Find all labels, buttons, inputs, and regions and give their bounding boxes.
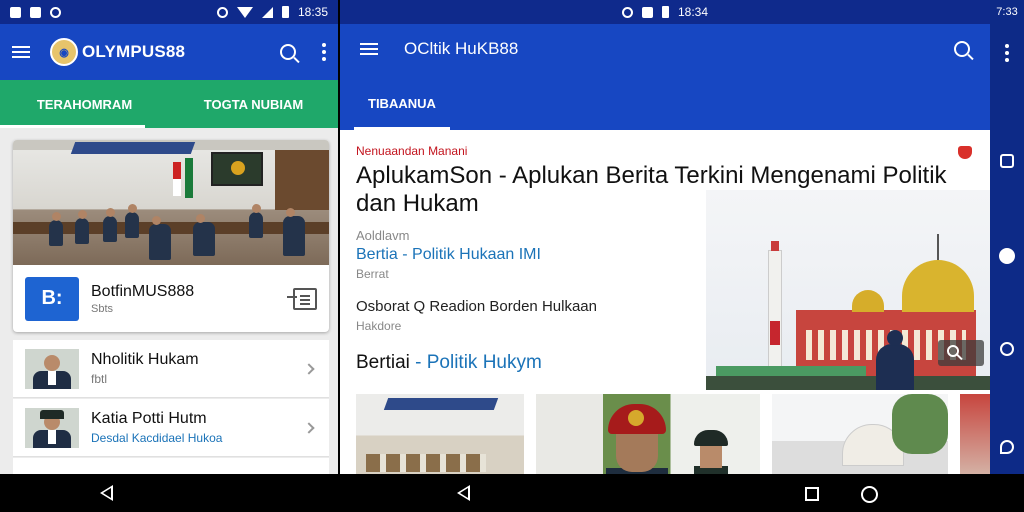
list-item-thumbnail (25, 348, 79, 389)
card-title: BotfinMUS888 (91, 282, 195, 300)
list-item[interactable] (13, 458, 329, 474)
wifi-icon (236, 6, 253, 18)
left-app-panel: 18:35 ◉ OLYMPUS88 TERAHOMRAM TOGTA NUBIA… (0, 0, 338, 474)
thumbnail-strip (356, 394, 990, 474)
related-title: Osborat Q Readion Borden Hulkaan (356, 298, 597, 315)
recents-icon[interactable] (805, 487, 819, 501)
article-header-title: OCltik HuKB88 (404, 39, 519, 58)
tab-label: TERAHOMRAM (36, 96, 133, 112)
bluetooth-icon (621, 6, 633, 18)
home-icon[interactable] (1000, 342, 1014, 356)
image-notification-icon (10, 6, 21, 18)
article-headline: AplukamSon - Aplukan Berita Terkini Meng… (356, 162, 947, 217)
app-logo: ◉ (50, 38, 78, 66)
image-search-button[interactable] (938, 340, 984, 366)
vibrate-icon (641, 6, 653, 18)
card-info-row: B: BotfinMUS888 Sbts (13, 265, 329, 332)
search-icon[interactable] (954, 41, 970, 57)
menu-icon[interactable] (360, 43, 378, 55)
battery-icon (281, 6, 289, 18)
search-icon[interactable] (280, 44, 296, 60)
list-item-subtitle: fbtl (91, 372, 108, 386)
system-icons: 18:35 (216, 5, 328, 19)
related-article-2[interactable]: Osborat Q Readion Borden Hulkaan Hakdore (356, 298, 597, 333)
list-item[interactable]: Katia Potti Hutm Desdal Kacdidael Hukoa (13, 399, 329, 457)
article-byline: Aoldlavm (356, 228, 410, 243)
back-icon[interactable] (100, 485, 113, 501)
more-vert-icon[interactable] (322, 43, 326, 61)
app-bar: ◉ OLYMPUS88 (0, 24, 338, 80)
related-subtitle: Hakdore (356, 319, 402, 333)
system-icons: 18:34 (621, 5, 709, 19)
thumbnail-mosque[interactable] (772, 394, 948, 474)
home-icon[interactable] (861, 486, 878, 503)
status-time: 18:34 (677, 5, 709, 19)
parliament-photo (13, 140, 329, 265)
right-app-panel: 18:34 OCltik HuKB88 TIBAANUA Nenuaandan … (340, 0, 990, 474)
list-item-title: Nholitik Hukam (91, 351, 199, 368)
article-tab-bar: TIBAANUA (340, 74, 990, 130)
status-time: 7:33 (996, 6, 1018, 18)
section-prefix: Bertiai (356, 352, 410, 373)
back-icon[interactable] (1000, 440, 1014, 454)
article-app-bar: OCltik HuKB88 (340, 24, 990, 74)
settings-notification-icon (50, 6, 61, 18)
chevron-right-icon (303, 362, 315, 375)
alarm-icon (216, 6, 228, 18)
card-subtitle: Sbts (91, 302, 114, 315)
notification-icons (10, 6, 61, 18)
related-title: Bertia - Politik Hukaan IMI (356, 246, 541, 263)
list-item-title: Katia Potti Hutm (91, 410, 207, 427)
app-badge-icon: B: (25, 276, 79, 321)
related-subtitle: Berrat (356, 267, 389, 281)
gallery-notification-icon (30, 6, 41, 18)
chevron-right-icon (303, 421, 315, 434)
tab-bar: TERAHOMRAM TOGTA NUBIAM (0, 80, 338, 128)
list-item[interactable]: Nholitik Hukam fbtl (13, 340, 329, 398)
tab-tibaanua[interactable]: TIBAANUA (354, 96, 450, 130)
status-bar-right: 18:34 (340, 0, 990, 24)
signal-icon (261, 6, 273, 18)
menu-icon[interactable] (12, 46, 30, 58)
status-time: 18:35 (297, 5, 328, 19)
side-navigation-bar: 7:33 (990, 0, 1024, 474)
tab-label: TOGTA NUBIAM (203, 96, 304, 112)
article-kicker: Nenuaandan Manani (356, 144, 468, 158)
back-icon[interactable] (457, 485, 470, 501)
section-highlight: - Politik Hukym (415, 352, 542, 373)
section-heading: Bertiai - Politik Hukym (356, 352, 542, 374)
sidenav-status: 7:33 (990, 0, 1024, 24)
more-vert-icon[interactable] (990, 44, 1024, 62)
featured-card[interactable]: B: BotfinMUS888 Sbts (13, 140, 329, 332)
app-title: OLYMPUS88 (82, 42, 186, 61)
assistant-dot-icon[interactable] (999, 248, 1015, 264)
list-item-subtitle: Desdal Kacdidael Hukoa (91, 431, 223, 445)
status-bar-left: 18:35 (0, 0, 338, 24)
list-item-thumbnail (25, 407, 79, 448)
thumbnail-officers[interactable] (536, 394, 760, 474)
battery-icon (661, 6, 669, 18)
related-article-1[interactable]: Bertia - Politik Hukaan IMI Berrat (356, 246, 541, 281)
article-body: Nenuaandan Manani AplukamSon - Aplukan B… (340, 130, 990, 474)
hero-article[interactable]: Nenuaandan Manani AplukamSon - Aplukan B… (356, 144, 976, 243)
tab-togta-nubiam[interactable]: TOGTA NUBIAM (169, 80, 338, 128)
tab-terahomram[interactable]: TERAHOMRAM (0, 80, 169, 128)
system-navigation-bar (0, 474, 1024, 512)
thumbnail-partial[interactable] (960, 394, 990, 474)
share-icon[interactable] (287, 287, 317, 310)
thumbnail-parliament[interactable] (356, 394, 524, 474)
recents-icon[interactable] (1000, 154, 1014, 168)
search-icon (947, 345, 959, 357)
